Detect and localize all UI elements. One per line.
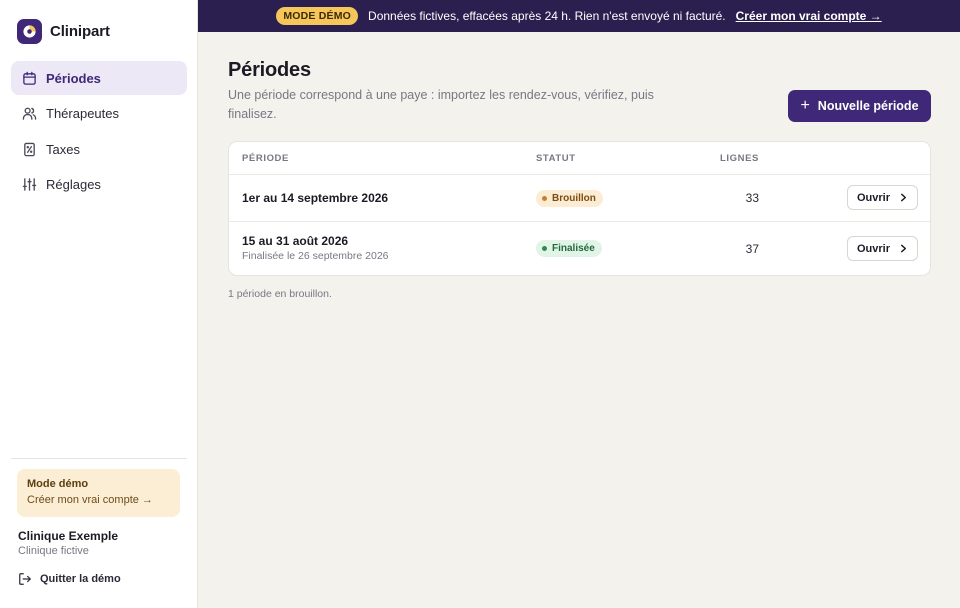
status-label: Finalisée [552, 243, 595, 254]
draft-count-note: 1 période en brouillon. [228, 288, 332, 300]
new-period-button[interactable]: + Nouvelle période [788, 90, 931, 122]
sidebar-item-taxes[interactable]: Taxes [11, 132, 187, 166]
clinipart-logo-icon [17, 19, 42, 44]
line-count: 33 [745, 191, 759, 205]
table-header: PÉRIODE STATUT LIGNES [229, 142, 930, 175]
status-label: Brouillon [552, 193, 596, 204]
clinic-subtitle: Clinique fictive [18, 545, 89, 557]
periods-table: PÉRIODE STATUT LIGNES 1er au 14 septembr… [228, 141, 931, 276]
open-period-button[interactable]: Ouvrir [847, 185, 918, 210]
line-count: 37 [745, 242, 759, 256]
sidebar-item-therapeutes[interactable]: Thérapeutes [11, 97, 187, 131]
status-badge-final: Finalisée [536, 240, 602, 257]
quit-demo-label: Quitter la démo [40, 572, 121, 585]
sidebar-item-periodes[interactable]: Périodes [11, 61, 187, 95]
status-dot-icon [542, 246, 547, 251]
sidebar: Clinipart Périodes Thérapeutes Taxes Rég… [0, 0, 198, 608]
new-period-label: Nouvelle période [817, 99, 919, 113]
table-row[interactable]: 1er au 14 septembre 2026 Brouillon 33 Ou… [229, 175, 930, 222]
sidebar-item-reglages[interactable]: Réglages [11, 168, 187, 202]
open-label: Ouvrir [856, 191, 890, 204]
sidebar-item-label: Périodes [46, 70, 101, 86]
chevron-right-icon [899, 193, 908, 202]
column-header-status: STATUT [536, 153, 576, 164]
quit-demo-button[interactable]: Quitter la démo [18, 571, 121, 586]
period-subtitle: Finalisée le 26 septembre 2026 [242, 250, 389, 262]
table-row[interactable]: 15 au 31 août 2026 Finalisée le 26 septe… [229, 222, 930, 275]
demo-mode-card: Mode démo Créer mon vrai compte → [17, 469, 180, 517]
chevron-right-icon [899, 244, 908, 253]
demo-banner: MODE DÉMO Données fictives, effacées apr… [198, 0, 960, 32]
users-icon [21, 106, 37, 122]
sidebar-nav: Périodes Thérapeutes Taxes Réglages [11, 61, 187, 203]
column-header-lines: LIGNES [720, 153, 759, 164]
demo-card-title: Mode démo [27, 478, 89, 490]
open-period-button[interactable]: Ouvrir [847, 236, 918, 261]
plus-icon: + [800, 97, 810, 114]
sliders-icon [21, 177, 37, 193]
status-badge-draft: Brouillon [536, 190, 603, 207]
sidebar-item-label: Réglages [46, 177, 101, 192]
banner-text: Données fictives, effacées après 24 h. R… [368, 9, 726, 23]
column-header-period: PÉRIODE [242, 153, 289, 164]
brand[interactable]: Clinipart [17, 19, 110, 44]
sidebar-divider [11, 458, 187, 459]
sidebar-item-label: Taxes [46, 141, 80, 157]
period-name: 1er au 14 septembre 2026 [242, 191, 389, 205]
page-description: Une période correspond à une paye : impo… [228, 88, 654, 121]
sidebar-item-label: Thérapeutes [46, 106, 119, 121]
demo-mode-badge: MODE DÉMO [276, 7, 359, 25]
tax-document-icon [21, 141, 37, 157]
logout-icon [18, 571, 33, 586]
app-name: Clinipart [50, 23, 110, 40]
status-dot-icon [542, 196, 547, 201]
banner-create-account-link[interactable]: Créer mon vrai compte → [736, 9, 882, 23]
clinic-name: Clinique Exemple [18, 529, 119, 543]
calendar-icon [21, 70, 37, 86]
page-title: Périodes [228, 59, 311, 81]
period-name: 15 au 31 août 2026 [242, 234, 349, 248]
create-account-link[interactable]: Créer mon vrai compte → [27, 494, 170, 506]
open-label: Ouvrir [856, 242, 890, 255]
